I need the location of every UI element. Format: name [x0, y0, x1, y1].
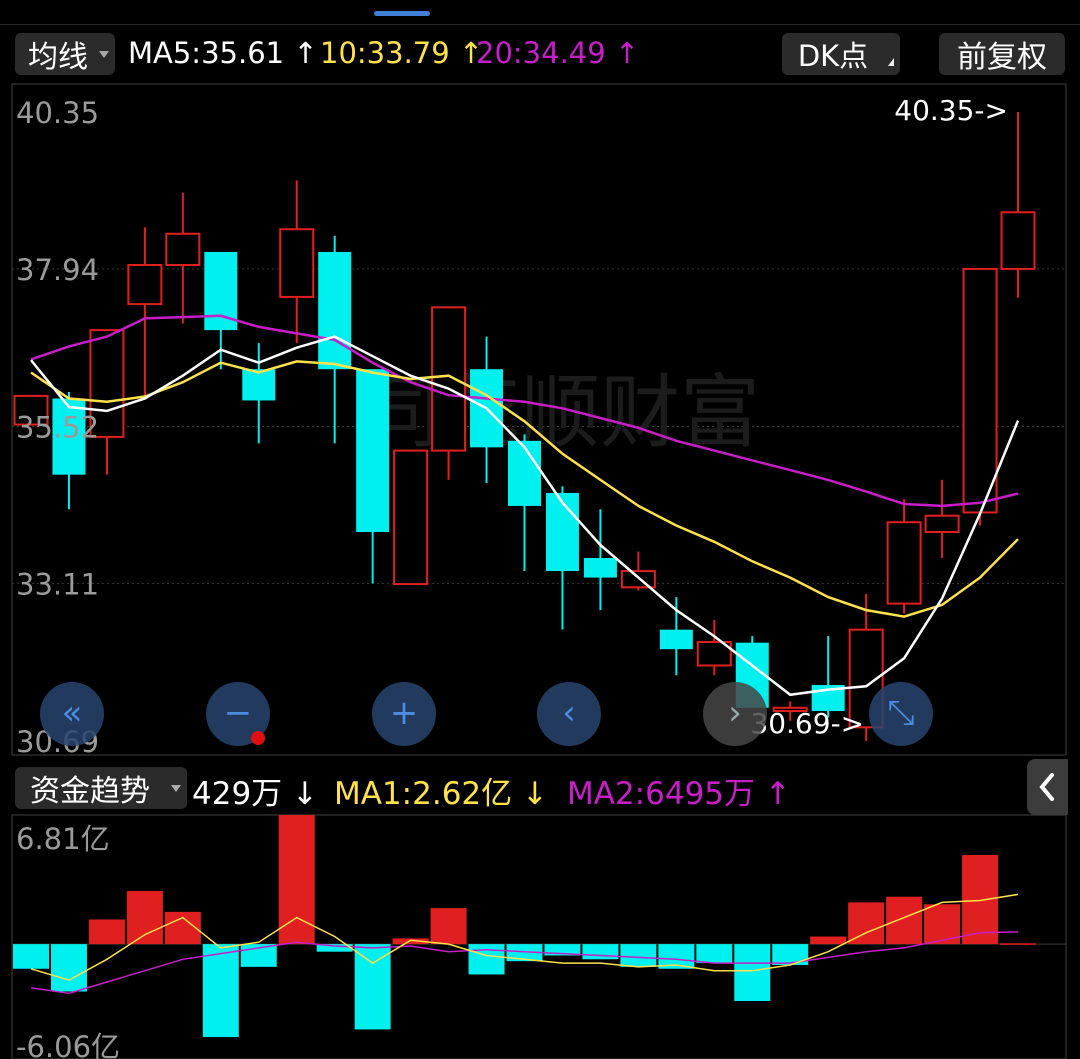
ma1-down-icon: ↓ — [522, 776, 548, 812]
scroll-left-icon: « — [61, 693, 83, 733]
candle-body — [165, 232, 201, 267]
zoom-in-icon: + — [389, 693, 419, 733]
prev-button[interactable]: ‹ — [537, 682, 601, 746]
capital-bar — [848, 902, 885, 945]
candle-body — [1000, 211, 1036, 270]
scroll-left-button[interactable]: « — [40, 682, 104, 746]
ma2-up-icon: ↑ — [764, 776, 791, 812]
next-icon: › — [728, 693, 742, 733]
y-tick-label: 33.11 — [16, 567, 99, 601]
min-price-label: 30.69-> — [750, 707, 864, 740]
capital-bar — [430, 908, 467, 945]
capital-bar — [13, 944, 49, 969]
candle-body — [431, 306, 467, 452]
fullscreen-button[interactable]: ⤡ — [869, 682, 933, 746]
capital-bar — [810, 936, 847, 945]
capital-bars — [11, 814, 1067, 1059]
capital-bar — [1000, 943, 1036, 945]
capital-value-legend: 429万 ↓ — [192, 768, 318, 813]
ma1-legend: MA1:2.62亿 ↓ — [334, 768, 548, 813]
collapse-panel-button[interactable] — [1027, 759, 1068, 815]
sub-dropdown-icon — [171, 785, 181, 792]
chevron-left-icon — [1039, 773, 1054, 801]
candle-body — [924, 514, 960, 533]
capital-bar — [126, 891, 163, 945]
y-tick-label: 40.35 — [16, 96, 99, 130]
next-button[interactable]: › — [703, 682, 767, 746]
capital-bar — [354, 944, 391, 1030]
sub-y-tick-label: 6.81亿 — [16, 822, 110, 856]
candle-body — [127, 264, 163, 306]
sub-indicator-label: 资金趋势 — [30, 774, 150, 809]
prev-icon: ‹ — [562, 693, 576, 733]
sub-y-tick-label: -6.06亿 — [16, 1030, 120, 1059]
sub-indicator-select[interactable]: 资金趋势 — [15, 767, 187, 809]
candle-body — [356, 369, 390, 532]
capital-bar — [50, 944, 87, 992]
ma1-value: MA1:2.62亿 — [334, 776, 513, 812]
capital-bar — [468, 944, 505, 975]
candle-body — [318, 251, 352, 370]
candle-body — [545, 492, 579, 572]
max-price-label: 40.35-> — [894, 94, 1008, 127]
capital-bar — [582, 944, 619, 960]
capital-bar — [620, 944, 657, 967]
y-tick-label: 35.52 — [16, 411, 99, 445]
capital-bar — [962, 855, 999, 945]
candle-body — [508, 440, 541, 506]
zoom-in-button[interactable]: + — [372, 682, 436, 746]
fullscreen-icon: ⤡ — [887, 693, 915, 733]
candle-body — [279, 228, 315, 298]
ma2-value: MA2:6495万 — [567, 776, 756, 812]
capital-down-icon: ↓ — [292, 776, 319, 812]
candle-body — [962, 267, 998, 514]
capital-value: 429万 — [192, 776, 283, 812]
capital-bar — [278, 815, 315, 945]
capital-bar — [696, 944, 733, 964]
candle-body — [393, 449, 429, 586]
candle-body — [886, 521, 922, 605]
capital-bar — [202, 944, 239, 1038]
ma2-legend: MA2:6495万 ↑ — [567, 768, 791, 813]
y-tick-label: 37.94 — [16, 253, 99, 287]
candle-body — [583, 558, 617, 578]
candle-body — [659, 629, 693, 650]
candle-body — [242, 369, 276, 401]
capital-bar — [88, 919, 125, 945]
capital-bar — [886, 896, 923, 945]
capital-bar — [734, 944, 771, 1001]
zoom-out-dot — [251, 731, 265, 745]
kline-chart[interactable]: 同花顺财富 40.3537.9435.5233.1130.6940.35->30… — [0, 0, 1080, 1059]
